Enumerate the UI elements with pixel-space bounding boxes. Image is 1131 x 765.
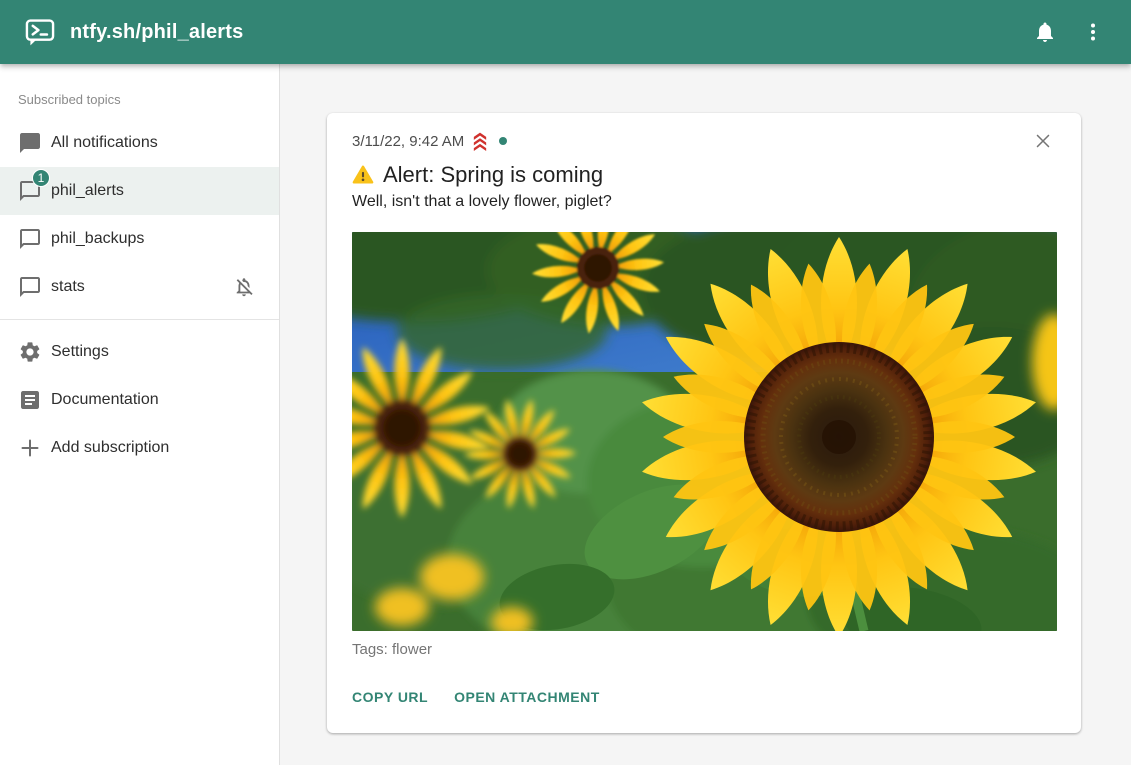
ntfy-logo-icon [24, 16, 56, 48]
notifications-bell-button[interactable] [1021, 8, 1069, 56]
sidebar-item-phil-backups[interactable]: phil_backups [0, 215, 279, 263]
sidebar-item-label: phil_backups [51, 230, 144, 248]
notifications-off-icon [233, 276, 255, 298]
sidebar-item-all-notifications[interactable]: All notifications [0, 119, 279, 167]
sidebar-item-label: Add subscription [51, 439, 169, 457]
notification-timestamp: 3/11/22, 9:42 AM [352, 133, 464, 150]
card-actions: COPY URL OPEN ATTACHMENT [352, 683, 1057, 711]
sidebar-item-phil-alerts[interactable]: 1 phil_alerts [0, 167, 279, 215]
close-notification-button[interactable] [1029, 127, 1057, 155]
sidebar-item-stats[interactable]: stats [0, 263, 279, 311]
main-content: 3/11/22, 9:42 AM [280, 64, 1131, 765]
open-attachment-button[interactable]: OPEN ATTACHMENT [454, 683, 600, 711]
copy-url-button[interactable]: COPY URL [352, 683, 428, 711]
plus-icon [18, 436, 42, 460]
sidebar-item-label: stats [51, 278, 85, 296]
sidebar-item-settings[interactable]: Settings [0, 328, 279, 376]
sidebar-item-documentation[interactable]: Documentation [0, 376, 279, 424]
overflow-menu-button[interactable] [1069, 8, 1117, 56]
notification-meta-row: 3/11/22, 9:42 AM [352, 129, 1057, 153]
article-icon [18, 388, 42, 412]
priority-high-icon [470, 131, 490, 151]
chat-bubble-outline-icon [18, 275, 42, 299]
sidebar-item-add-subscription[interactable]: Add subscription [0, 424, 279, 472]
sidebar-item-label: phil_alerts [51, 182, 124, 200]
app-bar: ntfy.sh/phil_alerts [0, 0, 1131, 64]
bell-icon [1033, 20, 1057, 44]
notification-title: Alert: Spring is coming [383, 161, 603, 188]
subscribed-topics-label: Subscribed topics [0, 78, 279, 119]
close-icon [1032, 130, 1054, 152]
sidebar-divider [0, 319, 279, 320]
sidebar: Subscribed topics All notifications 1 ph… [0, 64, 280, 765]
sidebar-item-label: Documentation [51, 391, 159, 409]
content-row: Subscribed topics All notifications 1 ph… [0, 64, 1131, 765]
unread-count-badge: 1 [32, 169, 50, 187]
unread-dot [499, 137, 507, 145]
attachment-image[interactable] [352, 232, 1057, 631]
chat-bubble-filled-icon [18, 131, 42, 155]
notification-card: 3/11/22, 9:42 AM [327, 113, 1081, 733]
notification-title-row: Alert: Spring is coming [352, 161, 1057, 188]
app-title: ntfy.sh/phil_alerts [70, 21, 243, 44]
sunflower-photo [352, 232, 1057, 631]
notification-body: Well, isn't that a lovely flower, piglet… [352, 192, 1057, 211]
chat-bubble-outline-icon [18, 227, 42, 251]
notification-tags: Tags: flower [352, 641, 1057, 658]
sidebar-item-label: Settings [51, 343, 109, 361]
gear-icon [18, 340, 42, 364]
more-vert-icon [1081, 20, 1105, 44]
sidebar-item-label: All notifications [51, 134, 158, 152]
chat-bubble-outline-icon: 1 [18, 179, 42, 203]
ntfy-app: ntfy.sh/phil_alerts Subscribed topics [0, 0, 1131, 765]
warning-emoji-icon [352, 164, 374, 186]
